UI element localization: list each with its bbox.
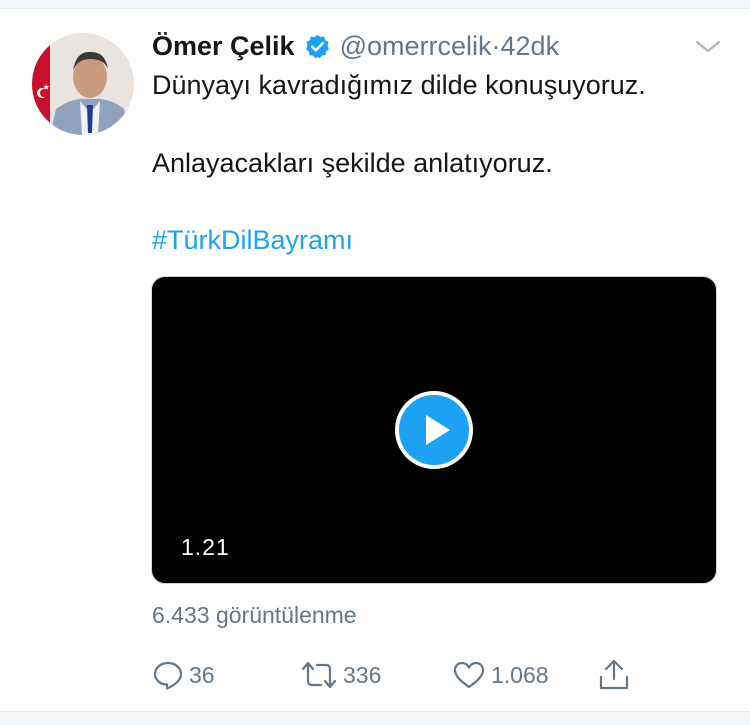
timestamp[interactable]: 42dk xyxy=(501,31,560,62)
view-count[interactable]: 6.433 görüntülenme xyxy=(152,602,357,629)
play-icon xyxy=(426,415,450,445)
bottom-divider xyxy=(0,711,750,725)
video-duration: 1.21 xyxy=(181,534,230,560)
top-divider xyxy=(0,0,750,9)
like-count: 1.068 xyxy=(491,661,549,688)
chevron-down-icon[interactable] xyxy=(694,34,722,58)
hashtag-link[interactable]: #TürkDilBayramı xyxy=(152,225,353,256)
verified-badge-icon xyxy=(304,33,331,60)
share-icon xyxy=(599,659,629,690)
separator-dot: · xyxy=(491,30,501,61)
retweet-button[interactable]: 336 xyxy=(300,655,381,695)
reply-icon xyxy=(153,661,183,690)
share-button[interactable] xyxy=(597,655,631,695)
like-button[interactable]: 1.068 xyxy=(452,655,549,695)
reply-count: 36 xyxy=(189,661,215,688)
retweet-icon xyxy=(301,661,337,689)
retweet-count: 336 xyxy=(343,661,382,688)
tweet-text-line-2: Anlayacakları şekilde anlatıyoruz. xyxy=(152,148,553,178)
reply-button[interactable]: 36 xyxy=(152,655,215,695)
avatar[interactable] xyxy=(32,33,134,135)
tweet-text-line-1: Dünyayı kavradığımız dilde konuşuyoruz. xyxy=(152,70,646,100)
avatar-photo xyxy=(32,33,134,135)
tweet-header: Ömer Çelik @omerrcelik · 42dk xyxy=(152,26,559,66)
author-name[interactable]: Ömer Çelik xyxy=(152,31,295,62)
author-handle[interactable]: @omerrcelik xyxy=(340,31,492,62)
heart-icon xyxy=(453,661,485,689)
action-bar: 36 336 1.068 xyxy=(152,655,652,695)
play-button[interactable] xyxy=(395,391,473,469)
video-player[interactable]: 1.21 xyxy=(151,276,717,584)
